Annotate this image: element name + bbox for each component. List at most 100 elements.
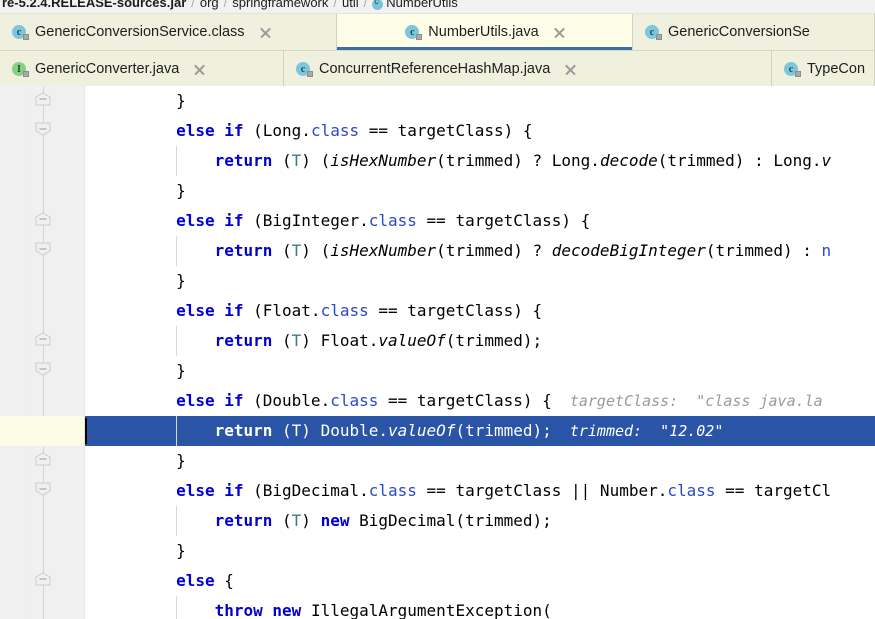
indent-guide	[176, 146, 178, 176]
breadcrumb-segment[interactable]: NumberUtils	[386, 0, 458, 9]
editor-tab-row-1[interactable]: c GenericConversionService.class c NumberUt…	[0, 14, 875, 50]
code-line[interactable]: }	[85, 266, 875, 296]
code-line[interactable]: else if (Long.class == targetClass) {	[85, 116, 875, 146]
breadcrumb-separator: /	[333, 0, 338, 10]
fold-guide-line	[43, 86, 44, 619]
fold-marker-down[interactable]	[35, 122, 52, 136]
indent-guide	[176, 416, 178, 446]
code-line[interactable]: }	[85, 86, 875, 116]
code-line-text: return (T) Double.valueOf(trimmed);	[214, 421, 552, 440]
code-line-current[interactable]: return (T) Double.valueOf(trimmed); trim…	[85, 416, 875, 446]
code-line-text: else if (BigInteger.class == targetClass…	[176, 211, 591, 230]
indent-guide	[176, 506, 178, 536]
code-line[interactable]: return (T) new BigDecimal(trimmed);	[85, 506, 875, 536]
breadcrumb-separator: /	[191, 0, 195, 10]
fold-marker-up[interactable]	[35, 212, 52, 226]
code-line-text: }	[176, 91, 186, 110]
breadcrumb-segment[interactable]: re-5.2.4.RELEASE-sources.jar	[2, 0, 186, 9]
class-icon: c	[296, 61, 313, 77]
editor-tab-row-2[interactable]: I GenericConverter.java c ConcurrentReferen…	[0, 50, 875, 86]
code-line-text: else {	[176, 571, 234, 590]
breadcrumb-segment[interactable]: util	[342, 0, 359, 9]
breadcrumb[interactable]: re-5.2.4.RELEASE-sources.jar / org / springf…	[0, 0, 875, 14]
lock-overlay-icon	[23, 34, 29, 40]
code-line[interactable]: return (T) (isHexNumber(trimmed) ? decod…	[85, 236, 875, 266]
current-line-gutter-highlight	[0, 416, 84, 446]
indent-guide	[176, 596, 178, 619]
editor-tab[interactable]: c GenericConversionService.class	[0, 14, 337, 50]
code-line-text: throw new IllegalArgumentException(	[214, 601, 552, 619]
code-line-text: else if (Float.class == targetClass) {	[176, 301, 543, 320]
code-line-text: }	[176, 271, 186, 290]
code-text-area[interactable]: } else if (Long.class == targetClass) { …	[84, 86, 875, 619]
code-line-text: }	[176, 361, 186, 380]
fold-marker-up[interactable]	[35, 572, 52, 586]
code-line-text: return (T) (isHexNumber(trimmed) ? decod…	[214, 241, 832, 260]
code-line[interactable]: else if (BigInteger.class == targetClass…	[85, 206, 875, 236]
code-folding-gutter[interactable]	[28, 86, 84, 619]
code-line-text: return (T) Float.valueOf(trimmed);	[214, 331, 543, 350]
code-line[interactable]: }	[85, 536, 875, 566]
code-line[interactable]: throw new IllegalArgumentException(	[85, 596, 875, 619]
code-line-text: return (T) new BigDecimal(trimmed);	[214, 511, 552, 530]
interface-icon: I	[12, 61, 29, 77]
editor-tab-label: GenericConverter.java	[35, 61, 180, 77]
fold-marker-up[interactable]	[35, 332, 52, 346]
class-icon: c	[784, 61, 801, 77]
class-icon: c	[405, 24, 423, 40]
debugger-inline-hint: trimmed: "12.02"	[551, 422, 724, 440]
class-icon: c	[645, 24, 662, 40]
code-line[interactable]: }	[85, 356, 875, 386]
editor-tab-label: ConcurrentReferenceHashMap.java	[319, 61, 551, 77]
code-line-text: else if (Long.class == targetClass) {	[176, 121, 533, 140]
code-line-text: else if (Double.class == targetClass) {	[176, 391, 552, 410]
code-line-text: else if (BigDecimal.class == targetClass…	[176, 481, 832, 500]
fold-marker-down[interactable]	[35, 242, 52, 256]
fold-marker-down[interactable]	[35, 482, 52, 496]
code-line[interactable]: else if (BigDecimal.class == targetClass…	[85, 476, 875, 506]
indent-guide	[176, 236, 178, 266]
breadcrumb-separator: /	[363, 0, 368, 10]
code-line-text: }	[176, 451, 186, 470]
close-icon[interactable]	[193, 63, 206, 76]
lock-overlay-icon	[795, 71, 801, 77]
code-editor[interactable]: } else if (Long.class == targetClass) { …	[0, 86, 875, 619]
indent-guide	[176, 326, 178, 356]
editor-tab[interactable]: c GenericConversionSe	[633, 14, 875, 50]
editor-tab-label: GenericConversionSe	[668, 24, 810, 40]
code-line-text: return (T) (isHexNumber(trimmed) ? Long.…	[214, 151, 832, 170]
code-line[interactable]: else if (Float.class == targetClass) {	[85, 296, 875, 326]
code-line[interactable]: else {	[85, 566, 875, 596]
class-icon: c	[12, 24, 29, 40]
idea-editor-window: re-5.2.4.RELEASE-sources.jar / org / springf…	[0, 0, 875, 619]
code-line[interactable]: return (T) (isHexNumber(trimmed) ? Long.…	[85, 146, 875, 176]
editor-tab-label: NumberUtils.java	[428, 24, 539, 40]
breadcrumb-segment[interactable]: springframework	[232, 0, 328, 9]
code-line-text: }	[176, 181, 186, 200]
fold-marker-up[interactable]	[35, 452, 52, 466]
code-line[interactable]: return (T) Float.valueOf(trimmed);	[85, 326, 875, 356]
line-number-gutter[interactable]	[0, 86, 28, 619]
code-line[interactable]: }	[85, 176, 875, 206]
text-caret	[85, 418, 87, 444]
code-line[interactable]: else if (Double.class == targetClass) { …	[85, 386, 875, 416]
debugger-inline-hint: targetClass: "class java.la	[551, 392, 823, 410]
close-icon[interactable]	[553, 26, 566, 39]
breadcrumb-segment[interactable]: org	[200, 0, 219, 9]
close-icon[interactable]	[259, 26, 272, 39]
editor-tab-label: GenericConversionService.class	[35, 24, 245, 40]
fold-marker-down[interactable]	[35, 362, 52, 376]
close-icon[interactable]	[564, 63, 577, 76]
breadcrumb-separator: /	[223, 0, 228, 10]
editor-tab[interactable]: c TypeCon	[772, 51, 875, 86]
lock-overlay-icon	[416, 34, 423, 40]
code-line-text: }	[176, 541, 186, 560]
lock-overlay-icon	[307, 71, 313, 77]
fold-marker-up[interactable]	[35, 92, 52, 106]
editor-tab-label: TypeCon	[807, 61, 866, 77]
lock-overlay-icon	[656, 34, 662, 40]
editor-tab[interactable]: c ConcurrentReferenceHashMap.java	[284, 51, 772, 86]
code-line[interactable]: }	[85, 446, 875, 476]
editor-tab-active[interactable]: c NumberUtils.java	[337, 14, 633, 50]
editor-tab[interactable]: I GenericConverter.java	[0, 51, 284, 86]
